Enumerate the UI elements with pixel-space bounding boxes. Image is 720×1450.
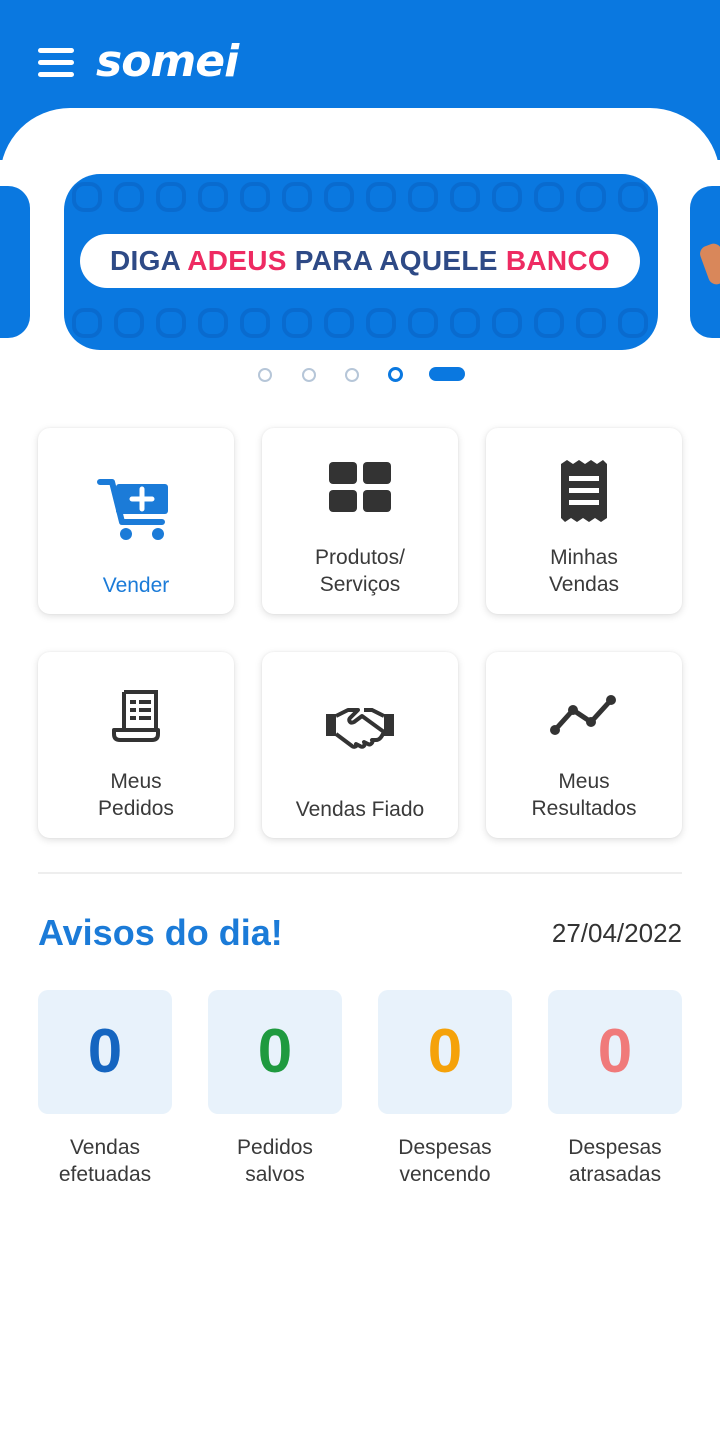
handshake-icon	[262, 704, 458, 755]
pedidos-salvos-count[interactable]: 0	[208, 990, 342, 1114]
hamburger-menu-icon[interactable]	[38, 48, 78, 82]
carousel-next-slide[interactable]	[690, 186, 720, 338]
card-label: Minhas Vendas	[548, 546, 620, 596]
promo-banner[interactable]: DIGA ADEUS PARA AQUELE BANCO	[64, 174, 658, 350]
stat-label: Despesas atrasadas	[568, 1136, 662, 1186]
carousel-dot[interactable]	[302, 368, 316, 382]
cart-plus-icon	[38, 474, 234, 549]
carousel-dot-active[interactable]	[429, 367, 465, 381]
card-label: Meus Resultados	[531, 770, 637, 820]
card-label: Vender	[102, 574, 170, 597]
slide-image	[697, 241, 720, 287]
despesas-vencendo-count[interactable]: 0	[378, 990, 512, 1114]
carousel-dot[interactable]	[388, 367, 403, 382]
grid-icon	[262, 460, 458, 521]
avisos-date: 27/04/2022	[551, 918, 682, 948]
receipt-icon	[486, 460, 682, 527]
stat-label: Pedidos salvos	[237, 1136, 313, 1186]
avisos-title: Avisos do dia!	[38, 912, 283, 953]
vender-card[interactable]: Vender	[38, 428, 234, 614]
carousel-indicator	[0, 366, 720, 384]
meus-pedidos-card[interactable]: Meus Pedidos	[38, 652, 234, 838]
despesas-atrasadas-count[interactable]: 0	[548, 990, 682, 1114]
meus-resultados-card[interactable]: Meus Resultados	[486, 652, 682, 838]
minhas-vendas-card[interactable]: Minhas Vendas	[486, 428, 682, 614]
stat-label: Vendas efetuadas	[58, 1136, 152, 1186]
carousel-dot[interactable]	[258, 368, 272, 382]
carousel-dot[interactable]	[345, 368, 359, 382]
card-label: Vendas Fiado	[295, 798, 425, 821]
banner-headline: DIGA ADEUS PARA AQUELE BANCO	[80, 234, 640, 288]
card-label: Produtos/ Serviços	[315, 546, 405, 596]
banner-text: DIGA	[110, 245, 188, 276]
vendas-efetuadas-count[interactable]: 0	[38, 990, 172, 1114]
stat-label: Despesas vencendo	[398, 1136, 492, 1186]
trend-line-icon	[486, 692, 682, 741]
vendas-fiado-card[interactable]: Vendas Fiado	[262, 652, 458, 838]
app-logo: somei	[96, 36, 239, 87]
banner-highlight: BANCO	[505, 245, 610, 276]
produtos-servicos-card[interactable]: Produtos/ Serviços	[262, 428, 458, 614]
carousel-prev-slide[interactable]	[0, 186, 30, 338]
section-divider	[38, 872, 682, 874]
order-scroll-icon	[38, 686, 234, 747]
card-label: Meus Pedidos	[98, 770, 174, 820]
banner-highlight: ADEUS	[187, 245, 287, 276]
banner-text: PARA AQUELE	[286, 245, 506, 276]
